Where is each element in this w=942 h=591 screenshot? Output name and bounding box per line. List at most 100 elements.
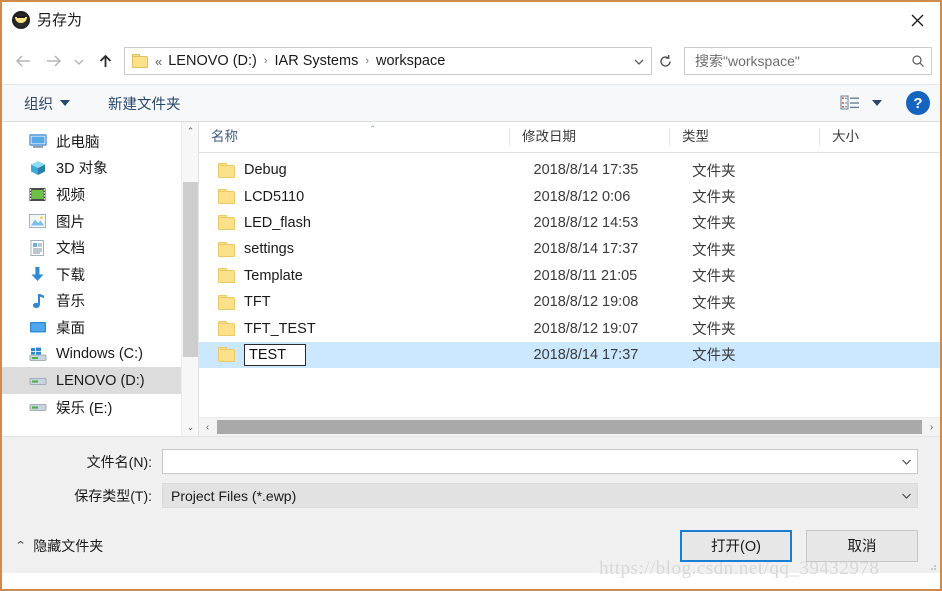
filetype-dropdown-button[interactable] [895, 484, 917, 507]
dialog-body: 此电脑 3D 对象 视频 图片 文档 下载 音乐 桌面 Windows (C:)… [2, 122, 940, 436]
picture-icon [28, 213, 47, 230]
address-bar[interactable]: « LENOVO (D:) › IAR Systems › workspace [124, 47, 652, 75]
help-button[interactable]: ? [906, 91, 930, 115]
new-folder-label: 新建文件夹 [108, 96, 181, 113]
sidebar-item-pictures[interactable]: 图片 [2, 208, 198, 235]
table-row[interactable]: Debug 2018/8/14 17:35 文件夹 [199, 157, 940, 183]
scroll-up-icon[interactable]: ⌃ [182, 122, 198, 140]
hide-folders-toggle[interactable]: ⌃ 隐藏文件夹 [15, 536, 104, 556]
column-header-date[interactable]: 修改日期 [509, 128, 669, 146]
filename-dropdown-button[interactable] [895, 450, 917, 473]
sidebar-item-downloads[interactable]: 下载 [2, 261, 198, 288]
table-row[interactable]: TFT_TEST 2018/8/12 19:07 文件夹 [199, 315, 940, 341]
document-icon [28, 239, 47, 256]
breadcrumb-item-iar[interactable]: IAR Systems [271, 51, 363, 71]
file-type: 文件夹 [692, 242, 736, 259]
sidebar-item-label: 娱乐 (E:) [56, 400, 113, 417]
sidebar-item-documents[interactable]: 文档 [2, 234, 198, 261]
file-name: TFT_TEST [244, 320, 316, 337]
drive-icon [28, 372, 47, 389]
sidebar-item-music[interactable]: 音乐 [2, 288, 198, 315]
table-row[interactable]: Template 2018/8/11 21:05 文件夹 [199, 263, 940, 289]
dialog-footer: ⌃ 隐藏文件夹 打开(O) 取消 [2, 518, 940, 573]
up-button[interactable] [90, 46, 120, 76]
open-button[interactable]: 打开(O) [680, 529, 792, 562]
sidebar-item-label: 3D 对象 [56, 161, 108, 178]
organize-label: 组织 [24, 96, 53, 113]
rename-input[interactable]: TEST [244, 343, 306, 366]
cancel-button[interactable]: 取消 [806, 529, 918, 562]
sidebar-item-videos[interactable]: 视频 [2, 181, 198, 208]
sidebar-item-lenovo-d[interactable]: LENOVO (D:) [2, 367, 198, 394]
address-dropdown-button[interactable] [627, 48, 651, 74]
breadcrumb-item-drive[interactable]: LENOVO (D:) [164, 51, 261, 71]
folder-icon [218, 241, 236, 257]
sidebar-item-windows-c[interactable]: Windows (C:) [2, 341, 198, 368]
column-header-name[interactable]: 名称 [199, 128, 509, 146]
file-date: 2018/8/11 21:05 [533, 267, 638, 284]
file-date: 2018/8/14 17:37 [533, 346, 639, 363]
scroll-down-icon[interactable]: ⌄ [182, 418, 198, 436]
filetype-combo[interactable]: Project Files (*.ewp) [162, 483, 918, 508]
iar-workbench-icon [12, 11, 30, 29]
new-folder-button[interactable]: 新建文件夹 [102, 90, 187, 117]
desktop-icon [28, 319, 47, 336]
table-row[interactable]: TFT 2018/8/12 19:08 文件夹 [199, 289, 940, 315]
filename-label: 文件名(N): [86, 453, 152, 470]
list-view-icon[interactable] [840, 94, 862, 112]
folder-icon [132, 54, 149, 68]
back-button[interactable] [8, 46, 38, 76]
filename-combo[interactable] [162, 449, 918, 474]
table-row[interactable]: LED_flash 2018/8/12 14:53 文件夹 [199, 210, 940, 236]
forward-arrow-icon [46, 55, 61, 67]
sidebar-scrollbar[interactable]: ⌃ ⌄ [181, 122, 198, 436]
folder-icon [218, 321, 236, 337]
column-headers: 名称 修改日期 类型 大小 ⌃ [199, 122, 940, 153]
column-header-type[interactable]: 类型 [669, 128, 819, 146]
horizontal-scrollbar-thumb[interactable] [217, 420, 922, 434]
breadcrumb-item-workspace[interactable]: workspace [372, 51, 449, 71]
sidebar-list: 此电脑 3D 对象 视频 图片 文档 下载 音乐 桌面 Windows (C:)… [2, 122, 198, 421]
search-box[interactable] [684, 47, 932, 75]
drive-icon [28, 399, 47, 416]
refresh-button[interactable] [652, 47, 678, 75]
music-icon [28, 292, 47, 309]
sidebar-item-label: 文档 [56, 241, 85, 258]
scroll-right-icon[interactable]: › [923, 418, 940, 436]
search-input[interactable] [685, 53, 905, 69]
horizontal-scrollbar[interactable]: ‹ › [199, 417, 940, 436]
resize-grip-icon[interactable] [927, 561, 937, 571]
file-date: 2018/8/12 19:08 [533, 294, 639, 311]
file-name-rename-cell: TEST [244, 343, 534, 366]
sidebar-item-entertainment-e[interactable]: 娱乐 (E:) [2, 394, 198, 421]
table-row[interactable]: settings 2018/8/14 17:37 文件夹 [199, 236, 940, 262]
filename-input[interactable] [163, 453, 895, 470]
table-row[interactable]: LCD5110 2018/8/12 0:06 文件夹 [199, 183, 940, 209]
recent-locations-button[interactable] [68, 46, 90, 76]
breadcrumb-overflow[interactable]: « [155, 54, 162, 69]
file-name: LED_flash [244, 214, 311, 231]
sidebar-item-label: 音乐 [56, 294, 85, 311]
filetype-label: 保存类型(T): [74, 487, 152, 504]
sidebar-scrollbar-thumb[interactable] [183, 182, 198, 357]
chevron-down-icon [74, 59, 84, 65]
file-name: LCD5110 [244, 188, 305, 205]
table-row-selected[interactable]: TEST 2018/8/14 17:37 文件夹 [199, 341, 940, 369]
sidebar-item-this-pc[interactable]: 此电脑 [2, 128, 198, 155]
file-type: 文件夹 [692, 163, 736, 180]
scroll-left-icon[interactable]: ‹ [199, 418, 216, 436]
sidebar-item-desktop[interactable]: 桌面 [2, 314, 198, 341]
form-area: 文件名(N): 保存类型(T): Project Files (*.ewp) [2, 436, 940, 518]
column-header-size[interactable]: 大小 [819, 128, 919, 146]
view-options-dropdown[interactable] [866, 100, 888, 106]
cube-icon [28, 159, 47, 176]
sidebar-item-3d-objects[interactable]: 3D 对象 [2, 155, 198, 182]
sidebar-item-label: LENOVO (D:) [56, 372, 145, 389]
organize-button[interactable]: 组织 [18, 90, 76, 117]
close-button[interactable] [894, 2, 940, 38]
close-icon [911, 14, 923, 26]
chevron-down-icon [872, 100, 882, 106]
search-icon [905, 48, 931, 74]
forward-button[interactable] [38, 46, 68, 76]
folder-icon [218, 162, 236, 178]
